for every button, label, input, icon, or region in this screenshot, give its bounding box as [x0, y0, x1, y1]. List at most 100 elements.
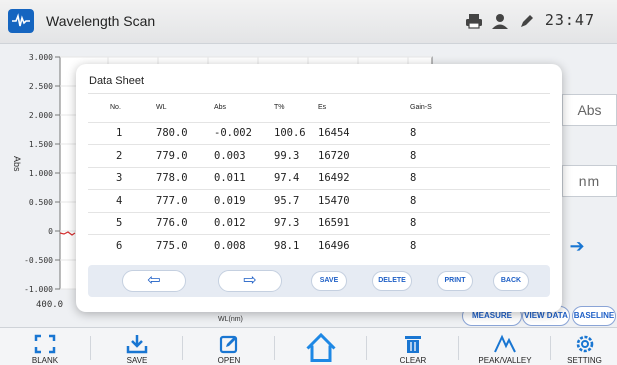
table-row[interactable]: 3 778.0 0.011 97.4 16492 8 [88, 166, 550, 190]
table-cell: 98.1 [270, 234, 314, 257]
table-header-row: No. WL Abs T% Es Gain-S [88, 94, 550, 122]
x-tick-start: 400.0 [36, 300, 63, 310]
mode-value: Abs [577, 102, 602, 118]
tool-label: PEAK/VALLEY [478, 356, 532, 365]
table-cell: 780.0 [152, 121, 210, 145]
column-header: WL [156, 104, 167, 112]
divider [366, 336, 367, 360]
table-cell: 100.6 [270, 121, 314, 145]
column-header: T% [274, 104, 285, 112]
y-tick-label: 1.000 [29, 169, 53, 178]
y-axis-label: Abs [12, 156, 22, 172]
prev-page-button[interactable]: ⇦ [122, 270, 186, 292]
table-cell: 775.0 [152, 234, 210, 257]
user-icon[interactable] [491, 12, 509, 30]
table-cell: 8 [384, 166, 550, 190]
table-cell: 4 [88, 189, 152, 212]
home-button[interactable] [276, 328, 366, 365]
mode-display[interactable]: Abs [562, 94, 617, 126]
unit-value: nm [578, 173, 601, 189]
edit-icon [219, 335, 238, 354]
table-cell: 777.0 [152, 189, 210, 212]
table-cell: 779.0 [152, 144, 210, 167]
peak-valley-button[interactable]: PEAK/VALLEY [460, 328, 550, 365]
table-cell: 5 [88, 211, 152, 235]
save-tool-button[interactable]: SAVE [92, 328, 182, 365]
table-cell: 2 [88, 144, 152, 167]
column-header: Es [318, 104, 327, 112]
table-row[interactable]: 5 776.0 0.012 97.3 16591 8 [88, 211, 550, 235]
waveform-icon [8, 9, 34, 33]
table-cell: 16720 [314, 144, 384, 167]
home-icon [306, 332, 336, 362]
table-cell: 8 [384, 189, 550, 212]
table-cell: -0.002 [210, 121, 270, 145]
next-page-button[interactable]: ⇨ [218, 270, 282, 292]
table-cell: 0.003 [210, 144, 270, 167]
y-tick-label: 2.500 [29, 82, 53, 91]
pen-icon[interactable] [518, 12, 536, 30]
table-cell: 0.008 [210, 234, 270, 257]
tool-label: CLEAR [399, 356, 427, 365]
x-axis-label: WL(nm) [218, 316, 243, 323]
y-tick-label: 1.500 [29, 140, 53, 149]
table-cell: 778.0 [152, 166, 210, 190]
dialog-button-bar: ⇦ ⇨ SAVE DELETE PRINT BACK [88, 265, 550, 297]
title-bar: Wavelength Scan 23:47 [0, 0, 617, 44]
tool-label: SETTING [567, 356, 602, 365]
table-row[interactable]: 6 775.0 0.008 98.1 16496 8 [88, 234, 550, 257]
blank-button[interactable]: BLANK [0, 328, 90, 365]
table-cell: 776.0 [152, 211, 210, 235]
print-button[interactable]: PRINT [437, 271, 473, 291]
tool-label: OPEN [217, 356, 241, 365]
table-cell: 97.4 [270, 166, 314, 190]
printer-icon[interactable] [465, 12, 483, 30]
divider [90, 336, 91, 360]
table-cell: 16591 [314, 211, 384, 235]
table-cell: 99.3 [270, 144, 314, 167]
divider [550, 336, 551, 360]
peak-valley-icon [494, 334, 516, 353]
table-cell: 8 [384, 144, 550, 167]
table-row[interactable]: 1 780.0 -0.002 100.6 16454 8 [88, 121, 550, 145]
clear-button[interactable]: CLEAR [368, 328, 458, 365]
y-tick-label: 2.000 [29, 111, 53, 120]
table-row[interactable]: 4 777.0 0.019 95.7 15470 8 [88, 189, 550, 212]
divider [182, 336, 183, 360]
table-cell: 16496 [314, 234, 384, 257]
divider [458, 336, 459, 360]
column-header: Gain-S [410, 104, 432, 112]
window-title: Wavelength Scan [46, 13, 156, 29]
data-table: No. WL Abs T% Es Gain-S 1 780.0 -0.002 100.… [88, 94, 550, 257]
table-row[interactable]: 2 779.0 0.003 99.3 16720 8 [88, 144, 550, 167]
y-tick-label: 0 [48, 227, 53, 236]
table-cell: 1 [88, 121, 152, 145]
column-header: Abs [214, 104, 227, 112]
table-cell: 97.3 [270, 211, 314, 235]
tool-label: SAVE [126, 356, 148, 365]
unit-display[interactable]: nm [562, 165, 617, 197]
table-cell: 0.019 [210, 189, 270, 212]
table-cell: 95.7 [270, 189, 314, 212]
save-button[interactable]: SAVE [311, 271, 347, 291]
divider [274, 336, 275, 360]
y-tick-label: -1.000 [24, 285, 53, 294]
open-button[interactable]: OPEN [184, 328, 274, 365]
table-cell: 0.011 [210, 166, 270, 190]
table-cell: 0.012 [210, 211, 270, 235]
table-cell: 8 [384, 234, 550, 257]
table-cell: 16454 [314, 121, 384, 145]
y-tick-label: 0.500 [29, 198, 53, 207]
back-button[interactable]: BACK [493, 271, 529, 291]
download-icon [126, 335, 148, 354]
arrow-right-icon[interactable]: ➔ [566, 235, 588, 257]
baseline-button[interactable]: BASELINE [572, 306, 616, 326]
trash-icon [405, 336, 421, 353]
table-cell: 16492 [314, 166, 384, 190]
table-cell: 8 [384, 211, 550, 235]
setting-button[interactable]: SETTING [552, 328, 617, 365]
delete-button[interactable]: DELETE [372, 271, 412, 291]
table-cell: 15470 [314, 189, 384, 212]
y-tick-label: 3.000 [29, 53, 53, 62]
blank-icon [34, 334, 56, 354]
